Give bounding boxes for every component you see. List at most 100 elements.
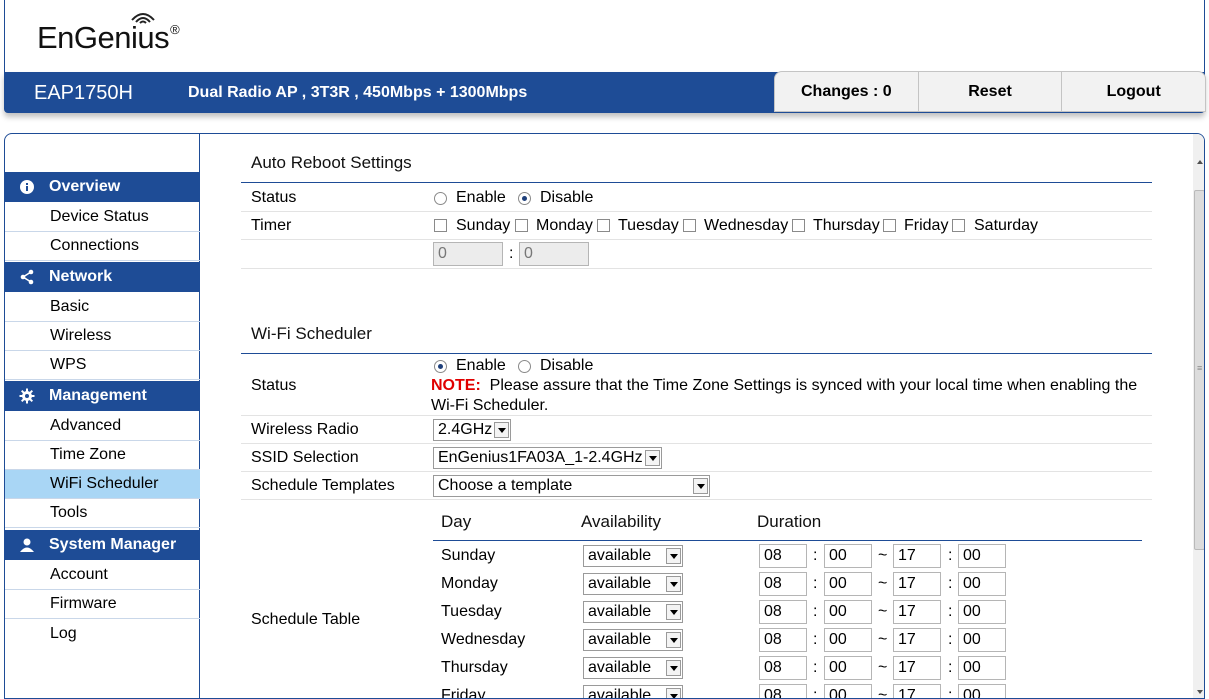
start-hour-input[interactable]: 08: [759, 600, 807, 624]
availability-select[interactable]: available: [583, 573, 683, 595]
note-text: Please assure that the Time Zone Setting…: [489, 377, 1138, 394]
time-separator: :: [813, 687, 818, 699]
availability-select[interactable]: available: [583, 685, 683, 698]
schedule-templates-value: Choose a template: [438, 477, 573, 494]
timer-monday-checkbox[interactable]: [515, 219, 528, 232]
start-minute-input[interactable]: 00: [824, 656, 872, 680]
start-minute-input[interactable]: 00: [824, 544, 872, 568]
sidebar-item-firmware[interactable]: Firmware: [5, 590, 200, 619]
end-minute-input[interactable]: 00: [958, 572, 1006, 596]
wifi-scheduler-disable-radio[interactable]: [518, 360, 531, 373]
end-minute-input[interactable]: 00: [958, 656, 1006, 680]
timer-hour-input[interactable]: 0: [433, 242, 503, 266]
logout-button[interactable]: Logout: [1062, 72, 1205, 111]
start-hour-input[interactable]: 08: [759, 544, 807, 568]
sidebar-item-basic[interactable]: Basic: [5, 293, 200, 322]
range-separator: ~: [878, 659, 888, 676]
start-hour-input[interactable]: 08: [759, 656, 807, 680]
end-minute-input[interactable]: 00: [958, 684, 1006, 698]
sidebar-item-device-status[interactable]: Device Status: [5, 203, 200, 232]
schedule-row-day: Monday: [441, 575, 498, 592]
wifi-scheduler-title: Wi-Fi Scheduler: [251, 324, 372, 343]
sidebar-section-label: Overview: [49, 178, 121, 195]
chevron-down-icon: [693, 478, 708, 494]
schedule-templates-select[interactable]: Choose a template: [433, 475, 710, 497]
timer-thursday-checkbox[interactable]: [792, 219, 805, 232]
table-header-divider: [433, 540, 1142, 541]
sidebar-item-time-zone[interactable]: Time Zone: [5, 441, 200, 470]
sidebar-item-wifi-scheduler[interactable]: WiFi Scheduler: [5, 470, 200, 499]
start-minute-input[interactable]: 00: [824, 684, 872, 698]
timer-tuesday-label: Tuesday: [618, 217, 679, 234]
end-hour-input[interactable]: 17: [893, 572, 941, 596]
timer-tuesday-checkbox[interactable]: [597, 219, 610, 232]
wifi-scheduler-disable-label: Disable: [540, 357, 594, 374]
end-minute-input[interactable]: 00: [958, 600, 1006, 624]
sidebar-item-tools[interactable]: Tools: [5, 499, 200, 528]
sidebar-section-management[interactable]: Management: [5, 381, 200, 411]
end-hour-input[interactable]: 17: [893, 684, 941, 698]
time-separator: :: [948, 603, 953, 620]
time-separator: :: [813, 547, 818, 564]
sidebar-section-overview[interactable]: Overview: [5, 172, 200, 202]
auto-reboot-disable-label: Disable: [540, 189, 594, 206]
row-divider: [241, 471, 1152, 472]
start-minute-input[interactable]: 00: [824, 572, 872, 596]
scroll-down-arrow-icon[interactable]: [1193, 684, 1204, 698]
end-minute-input[interactable]: 00: [958, 544, 1006, 568]
content-scrollbar[interactable]: ≡: [1193, 134, 1204, 698]
changes-button[interactable]: Changes : 0: [775, 72, 919, 111]
note-text-continued: Wi-Fi Scheduler.: [431, 397, 549, 414]
schedule-row-day: Friday: [441, 687, 486, 699]
sidebar-section-network[interactable]: Network: [5, 262, 200, 292]
chevron-down-icon: [666, 688, 681, 698]
chevron-down-icon: [494, 422, 509, 438]
row-divider: [241, 415, 1152, 416]
sidebar-item-wps[interactable]: WPS: [5, 351, 200, 380]
start-hour-input[interactable]: 08: [759, 684, 807, 698]
sidebar-item-log[interactable]: Log: [5, 619, 200, 648]
sidebar-item-advanced[interactable]: Advanced: [5, 412, 200, 441]
end-hour-input[interactable]: 17: [893, 600, 941, 624]
availability-select[interactable]: available: [583, 545, 683, 567]
sidebar-item-account[interactable]: Account: [5, 561, 200, 590]
end-hour-input[interactable]: 17: [893, 544, 941, 568]
timer-thursday-label: Thursday: [813, 217, 880, 234]
availability-value: available: [588, 547, 652, 564]
scrollbar-thumb[interactable]: ≡: [1194, 190, 1204, 550]
sidebar-item-wireless[interactable]: Wireless: [5, 322, 200, 351]
timer-minute-input[interactable]: 0: [519, 242, 589, 266]
sidebar-section-system-manager[interactable]: System Manager: [5, 530, 200, 560]
end-hour-input[interactable]: 17: [893, 628, 941, 652]
range-separator: ~: [878, 687, 888, 699]
scroll-up-arrow-icon[interactable]: [1193, 154, 1204, 170]
availability-select[interactable]: available: [583, 657, 683, 679]
start-minute-input[interactable]: 00: [824, 600, 872, 624]
auto-reboot-disable-radio[interactable]: [518, 192, 531, 205]
wireless-radio-select[interactable]: 2.4GHz: [433, 419, 511, 441]
start-hour-input[interactable]: 08: [759, 628, 807, 652]
chevron-down-icon: [666, 604, 681, 620]
start-hour-input[interactable]: 08: [759, 572, 807, 596]
reset-button[interactable]: Reset: [919, 72, 1063, 111]
ssid-select[interactable]: EnGenius1FA03A_1-2.4GHz: [433, 447, 662, 469]
timer-sunday-checkbox[interactable]: [434, 219, 447, 232]
timer-monday-label: Monday: [536, 217, 593, 234]
timer-sunday-label: Sunday: [456, 217, 511, 234]
timer-wednesday-checkbox[interactable]: [683, 219, 696, 232]
availability-select[interactable]: available: [583, 601, 683, 623]
time-separator: :: [948, 659, 953, 676]
timer-friday-checkbox[interactable]: [883, 219, 896, 232]
availability-select[interactable]: available: [583, 629, 683, 651]
timer-wednesday-label: Wednesday: [704, 217, 789, 234]
end-hour-input[interactable]: 17: [893, 656, 941, 680]
end-minute-input[interactable]: 00: [958, 628, 1006, 652]
wifi-scheduler-enable-radio[interactable]: [434, 360, 447, 373]
top-bar: EAP1750H Dual Radio AP , 3T3R , 450Mbps …: [4, 71, 1206, 113]
schedule-row-day: Tuesday: [441, 603, 502, 620]
sidebar-item-connections[interactable]: Connections: [5, 232, 200, 261]
start-minute-input[interactable]: 00: [824, 628, 872, 652]
info-icon: [5, 179, 49, 195]
timer-saturday-checkbox[interactable]: [952, 219, 965, 232]
auto-reboot-enable-radio[interactable]: [434, 192, 447, 205]
